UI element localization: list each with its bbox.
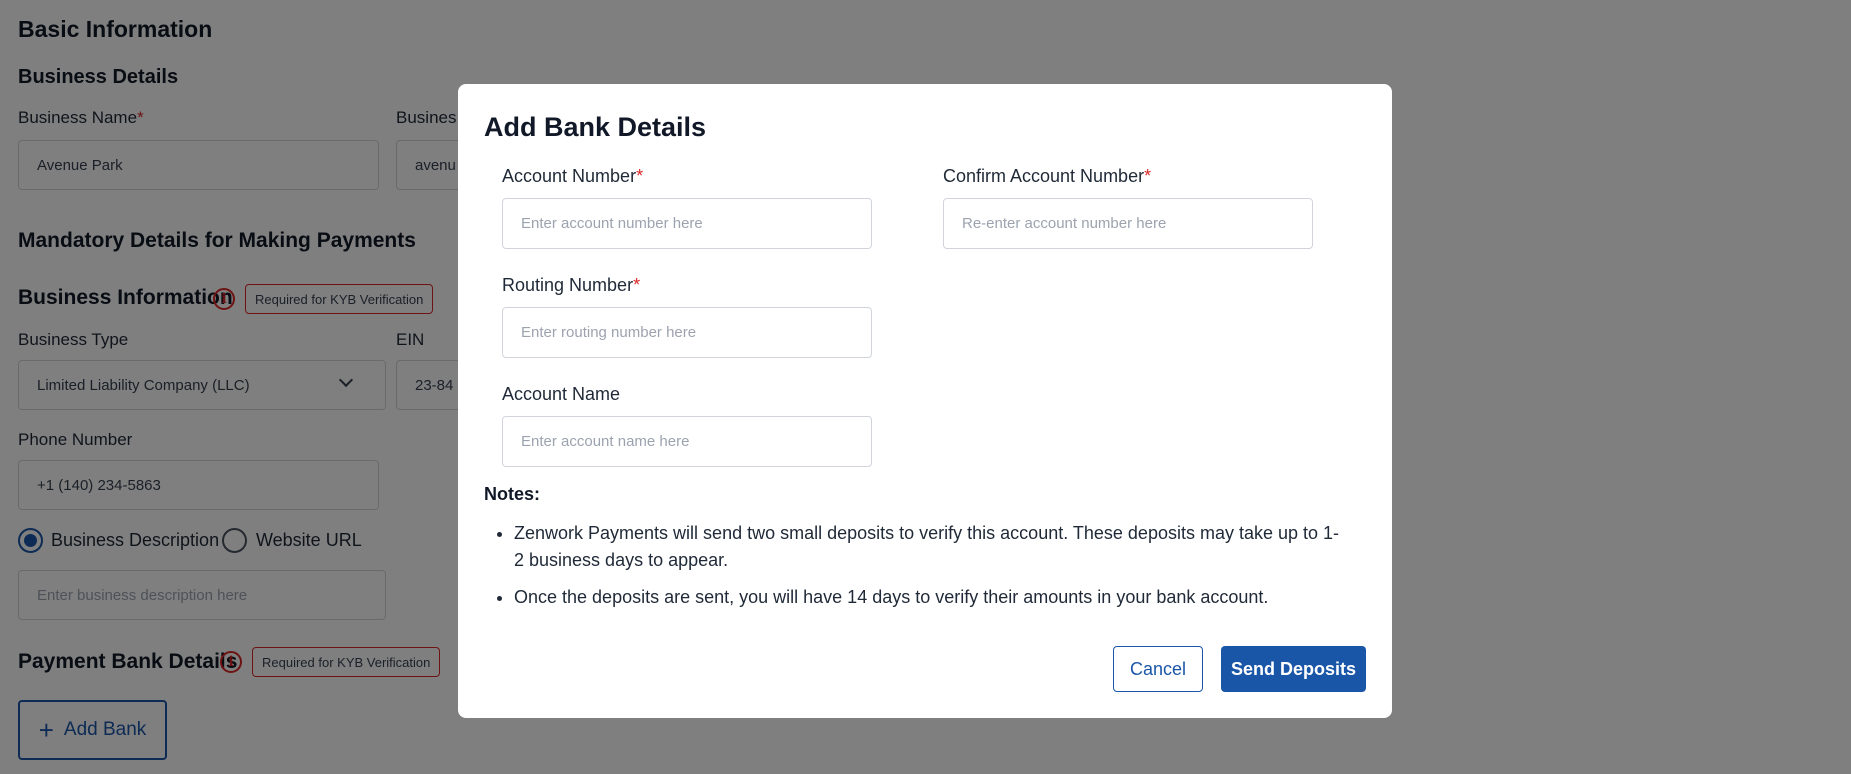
note-item: Zenwork Payments will send two small dep… <box>514 520 1344 574</box>
account-name-label: Account Name <box>502 384 621 404</box>
account-number-label: Account Number* <box>502 166 644 186</box>
routing-number-input[interactable] <box>502 307 872 358</box>
cancel-button[interactable]: Cancel <box>1113 646 1203 692</box>
notes-title: Notes: <box>484 484 541 504</box>
send-deposits-button[interactable]: Send Deposits <box>1221 646 1366 692</box>
notes-list: Zenwork Payments will send two small dep… <box>514 520 1344 621</box>
account-name-input[interactable] <box>502 416 872 467</box>
routing-number-label: Routing Number* <box>502 275 641 295</box>
account-number-input[interactable] <box>502 198 872 249</box>
note-item: Once the deposits are sent, you will hav… <box>514 584 1344 611</box>
confirm-account-number-input[interactable] <box>943 198 1313 249</box>
modal-title: Add Bank Details <box>484 112 707 142</box>
confirm-account-number-label: Confirm Account Number* <box>943 166 1152 186</box>
add-bank-details-modal: Add Bank Details Account Number* Confirm… <box>458 84 1392 718</box>
